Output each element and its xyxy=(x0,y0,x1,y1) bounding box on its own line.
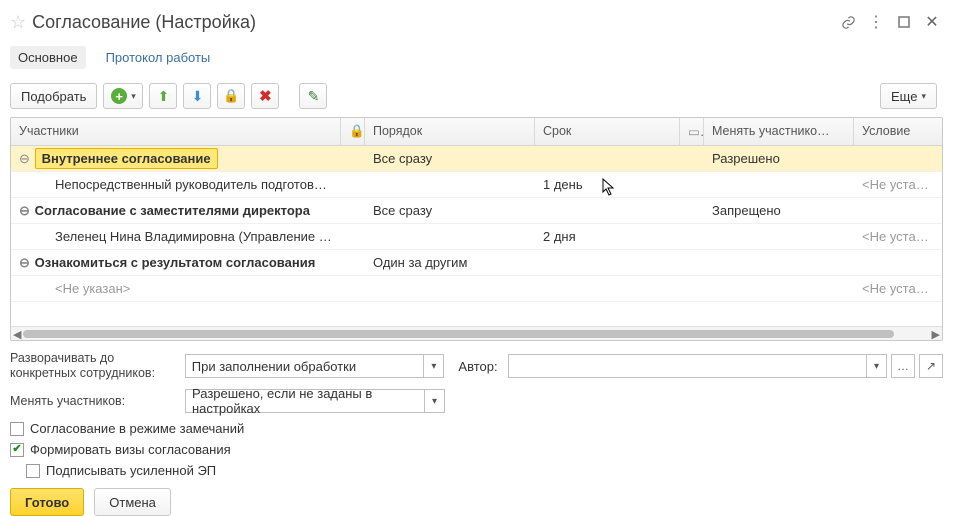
pick-button-label: Подобрать xyxy=(21,89,86,104)
select-value: При заполнении обработки xyxy=(186,359,424,374)
author-ellipsis-button[interactable]: … xyxy=(891,354,915,378)
collapse-icon[interactable]: ⊖ xyxy=(19,203,31,219)
table-row[interactable]: ⊖ Ознакомиться с результатом согласовани… xyxy=(11,250,942,276)
author-open-button[interactable]: ↗ xyxy=(919,354,943,378)
table-row[interactable]: Непосредственный руководитель подготовив… xyxy=(11,172,942,198)
remarks-mode-checkbox[interactable]: Согласование в режиме замечаний xyxy=(10,421,943,436)
checkbox-icon xyxy=(10,422,24,436)
add-button[interactable]: +▾ xyxy=(103,83,143,109)
lock-button[interactable]: 🔒 xyxy=(217,83,245,109)
kebab-menu-icon[interactable]: ⋮ xyxy=(865,11,887,33)
change-participants-label: Менять участников: xyxy=(10,394,185,409)
cell-text: <Не установлен… xyxy=(854,281,942,296)
col-header-participants[interactable]: Участники xyxy=(11,118,341,145)
cell-text: Запрещено xyxy=(704,203,854,218)
plus-icon: + xyxy=(111,88,127,104)
delete-button[interactable]: ✖ xyxy=(251,83,279,109)
done-button[interactable]: Готово xyxy=(10,488,84,516)
horizontal-scrollbar[interactable] xyxy=(11,326,942,340)
col-header-term[interactable]: Срок xyxy=(535,118,680,145)
checkbox-label: Формировать визы согласования xyxy=(30,442,231,457)
col-header-order[interactable]: Порядок xyxy=(365,118,535,145)
table-row[interactable]: <Не указан> <Не установлен… xyxy=(11,276,942,302)
more-button[interactable]: Еще ▾ xyxy=(880,83,937,109)
table-row[interactable]: ⊖ Внутреннее согласование Все сразу Разр… xyxy=(11,146,942,172)
checkbox-icon: ✔ xyxy=(10,443,24,457)
col-header-doc-icon[interactable]: ▭ xyxy=(680,118,704,145)
scrollbar-thumb[interactable] xyxy=(23,330,894,338)
col-header-change[interactable]: Менять участнико… xyxy=(704,118,854,145)
move-down-button[interactable]: ⬇ xyxy=(183,83,211,109)
change-participants-select[interactable]: Разрешено, если не заданы в настройках ▾ xyxy=(185,389,445,413)
favorite-star-icon[interactable]: ☆ xyxy=(10,12,26,33)
cell-text: Ознакомиться с результатом согласования xyxy=(35,255,316,270)
cell-text: Все сразу xyxy=(365,203,535,218)
pick-button[interactable]: Подобрать xyxy=(10,83,97,109)
move-up-button[interactable]: ⬆ xyxy=(149,83,177,109)
lock-icon: 🔒 xyxy=(223,88,239,104)
cell-text: Один за другим xyxy=(365,255,535,270)
collapse-icon[interactable]: ⊖ xyxy=(19,255,31,271)
expand-to-employees-select[interactable]: При заполнении обработки ▾ xyxy=(185,354,445,378)
cell-text: Все сразу xyxy=(365,151,535,166)
cell-text: <Не установлен… xyxy=(854,229,942,244)
cell-text: 1 день xyxy=(535,177,680,192)
delete-icon: ✖ xyxy=(259,87,272,105)
col-header-condition[interactable]: Условие xyxy=(854,118,942,145)
cell-text: <Не установлен… xyxy=(854,177,942,192)
more-button-label: Еще xyxy=(891,89,917,104)
cell-text: 2 дня xyxy=(535,229,680,244)
pencil-icon: ✎ xyxy=(308,88,320,105)
cell-text: Согласование с заместителями директора xyxy=(35,203,310,218)
cell-text: Разрешено xyxy=(704,151,854,166)
chevron-down-icon[interactable]: ▾ xyxy=(424,390,444,412)
window-title: Согласование (Настройка) xyxy=(32,12,256,33)
checkbox-label: Подписывать усиленной ЭП xyxy=(46,463,216,478)
maximize-icon[interactable] xyxy=(893,11,915,33)
checkbox-icon xyxy=(26,464,40,478)
chevron-down-icon: ▾ xyxy=(921,91,926,102)
col-header-lock-icon[interactable]: 🔒 xyxy=(341,118,365,145)
tab-log[interactable]: Протокол работы xyxy=(98,46,219,69)
close-icon[interactable]: ✕ xyxy=(921,11,943,33)
author-select[interactable]: ▾ xyxy=(508,354,887,378)
link-icon[interactable] xyxy=(837,11,859,33)
tab-main[interactable]: Основное xyxy=(10,46,86,69)
edit-pencil-button[interactable]: ✎ xyxy=(299,83,327,109)
cancel-button[interactable]: Отмена xyxy=(94,488,171,516)
select-value: Разрешено, если не заданы в настройках xyxy=(186,386,424,416)
checkbox-label: Согласование в режиме замечаний xyxy=(30,421,244,436)
participants-grid: Участники 🔒 Порядок Срок ▭ Менять участн… xyxy=(10,117,943,341)
author-label: Автор: xyxy=(458,359,497,374)
collapse-icon[interactable]: ⊖ xyxy=(19,151,31,167)
arrow-up-icon: ⬆ xyxy=(158,88,170,105)
table-row[interactable]: Зеленец Нина Владимировна (Управление бу… xyxy=(11,224,942,250)
cell-text: Внутреннее согласование xyxy=(35,148,218,169)
cell-text: Зеленец Нина Владимировна (Управление бу… xyxy=(11,229,341,244)
cell-text: Непосредственный руководитель подготовив… xyxy=(11,177,341,192)
form-visas-checkbox[interactable]: ✔ Формировать визы согласования xyxy=(10,442,943,457)
cell-text: <Не указан> xyxy=(11,281,341,296)
chevron-down-icon[interactable]: ▾ xyxy=(866,355,886,377)
table-row[interactable]: ⊖ Согласование с заместителями директора… xyxy=(11,198,942,224)
chevron-down-icon: ▾ xyxy=(131,91,136,102)
chevron-down-icon[interactable]: ▾ xyxy=(423,355,443,377)
sign-eds-checkbox[interactable]: Подписывать усиленной ЭП xyxy=(26,463,943,478)
arrow-down-icon: ⬇ xyxy=(192,88,204,105)
expand-to-employees-label: Разворачивать до конкретных сотрудников: xyxy=(10,351,185,381)
